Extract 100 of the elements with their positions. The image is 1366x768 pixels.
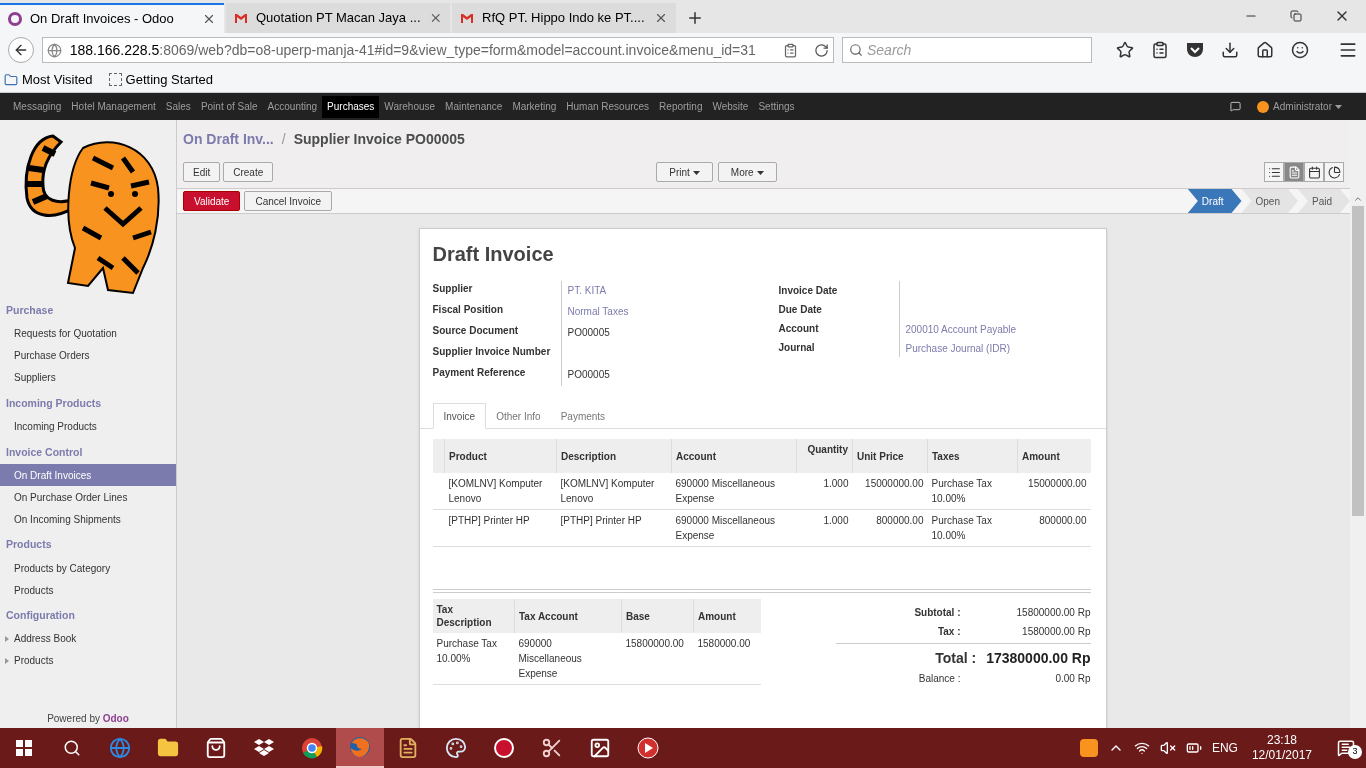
column-header: Quantity: [796, 439, 853, 473]
browser-tab[interactable]: Quotation PT Macan Jaya ...: [226, 3, 450, 33]
star-icon[interactable]: [1116, 41, 1134, 59]
reader-icon[interactable]: [783, 42, 798, 58]
field-value[interactable]: Normal Taxes: [567, 306, 629, 317]
breadcrumb-current: Supplier Invoice PO00005: [293, 130, 465, 149]
wifi-icon[interactable]: [1133, 740, 1150, 756]
reading-list-icon[interactable]: [1151, 41, 1169, 59]
table-cell: 690000 Miscellaneous Expense: [514, 633, 622, 685]
status-step[interactable]: Open: [1241, 189, 1298, 213]
menu-item[interactable]: Sales: [160, 95, 196, 118]
reload-icon[interactable]: [814, 42, 829, 58]
menu-item[interactable]: Purchases: [322, 95, 380, 118]
record-icon: [494, 738, 514, 758]
total-value: 0.00 Rp: [1054, 672, 1091, 686]
page-icon: [108, 73, 122, 86]
back-button[interactable]: [8, 37, 34, 63]
notebook-tab[interactable]: Other Info: [486, 403, 551, 429]
validate-button[interactable]: Validate: [183, 191, 241, 211]
menu-item[interactable]: Messaging: [8, 95, 67, 118]
calendar-view-button[interactable]: [1304, 162, 1324, 182]
status-step[interactable]: Draft: [1187, 189, 1242, 213]
menu-item[interactable]: Hotel Management: [66, 95, 161, 118]
calendar-icon: [1307, 165, 1321, 179]
new-tab-icon[interactable]: [686, 9, 704, 27]
restore-icon[interactable]: [1290, 10, 1302, 22]
total-label: Subtotal :: [913, 606, 962, 620]
bag-icon: [205, 737, 227, 759]
graph-view-button[interactable]: [1324, 162, 1344, 182]
chat-icon[interactable]: [1230, 101, 1242, 112]
sidebar-item[interactable]: Products by Category: [0, 557, 176, 579]
caret-icon: [756, 170, 764, 175]
table-cell: [KOMLNV] Komputer Lenovo: [444, 473, 557, 510]
box-icon: [253, 738, 275, 758]
search-field[interactable]: Search: [842, 37, 1092, 63]
dropdown-button[interactable]: More: [717, 162, 777, 182]
menu-item[interactable]: Human Resources: [561, 95, 655, 118]
notebook-tab[interactable]: Payments: [550, 403, 616, 429]
sidebar-item[interactable]: Products: [0, 579, 176, 601]
user-avatar: [1257, 100, 1270, 113]
menu-item[interactable]: Point of Sale: [195, 95, 263, 118]
clock[interactable]: 23:18 12/01/2017: [1247, 733, 1316, 763]
field-value[interactable]: Purchase Journal (IDR): [905, 342, 1010, 354]
address-field[interactable]: 188.166.228.5:8069/web?db=o8-uperp-manja-41#id=9&view_type=form&model=account.invoice&menu_id=31: [41, 37, 834, 63]
palette-icon: [445, 737, 467, 759]
menu-item[interactable]: Maintenance: [440, 95, 508, 118]
browser-tab[interactable]: On Draft Invoices - Odoo: [0, 3, 224, 33]
bookmark[interactable]: Getting Started: [108, 69, 214, 90]
sidebar-item[interactable]: On Draft Invoices: [0, 464, 176, 487]
field-value[interactable]: PT. KITA: [567, 285, 607, 296]
sidebar-item[interactable]: On Incoming Shipments: [0, 508, 176, 531]
browser-tab[interactable]: RfQ PT. Hippo Indo ke PT....: [452, 3, 676, 33]
language-indicator[interactable]: ENG: [1211, 739, 1238, 757]
cancel-button[interactable]: Cancel Invoice: [244, 191, 332, 211]
menu-item[interactable]: Warehouse: [379, 95, 441, 118]
warning-icon[interactable]: [1079, 739, 1098, 757]
column-header: Description: [556, 439, 672, 473]
sidebar-item[interactable]: Requests for Quotation: [0, 322, 176, 345]
sidebar-item[interactable]: On Purchase Order Lines: [0, 486, 176, 509]
user-menu[interactable]: Administrator: [1273, 99, 1342, 114]
scrollbar[interactable]: [1350, 120, 1366, 728]
sidebar-item[interactable]: Address Book: [0, 627, 176, 650]
column-header: Unit Price: [852, 439, 928, 473]
download-icon[interactable]: [1221, 41, 1239, 59]
notebook-tab[interactable]: Invoice: [432, 403, 487, 429]
dropdown-button[interactable]: Print: [656, 162, 713, 182]
field-value[interactable]: 200010 Account Payable: [905, 324, 1017, 335]
field-label: Journal: [778, 341, 816, 355]
url-text: 188.166.228.5:8069/web?db=o8-uperp-manja-41#id=9&view_type=form&model=account.invoice&menu_id=31: [69, 40, 756, 60]
field-value: PO00005: [567, 327, 610, 338]
battery-icon[interactable]: [1185, 740, 1202, 756]
close-icon[interactable]: [202, 12, 216, 26]
toolbar-button[interactable]: Create: [223, 162, 274, 182]
caret-icon: [1335, 105, 1342, 110]
sidebar-item[interactable]: Products: [0, 649, 176, 672]
sidebar-item[interactable]: Incoming Products: [0, 415, 176, 438]
menu-item[interactable]: Reporting: [654, 95, 708, 118]
bookmark[interactable]: Most Visited: [4, 69, 93, 90]
home-icon[interactable]: [1256, 41, 1274, 59]
field-label: Payment Reference: [432, 366, 527, 380]
menu-item[interactable]: Marketing: [507, 95, 562, 118]
status-step[interactable]: Paid: [1298, 189, 1350, 213]
scroll-up-icon[interactable]: [1353, 194, 1363, 204]
search-icon[interactable]: [63, 739, 81, 757]
toolbar-button[interactable]: Edit: [183, 162, 221, 182]
total-value: 15800000.00 Rp: [1015, 606, 1091, 620]
menu-item[interactable]: Website: [707, 95, 754, 118]
sidebar-item[interactable]: Suppliers: [0, 366, 176, 389]
table-cell: [PTHP] Printer HP: [444, 509, 557, 547]
pocket-icon[interactable]: [1186, 42, 1204, 58]
smiley-icon[interactable]: [1291, 41, 1309, 59]
muted-speaker-icon[interactable]: [1159, 740, 1176, 756]
close-icon[interactable]: [654, 11, 668, 25]
menu-item[interactable]: Settings: [753, 95, 800, 118]
folder-icon: [4, 72, 18, 87]
menu-icon[interactable]: [1338, 40, 1358, 60]
circle-icon: [301, 737, 323, 759]
list-view-button[interactable]: [1264, 162, 1284, 182]
sidebar-item[interactable]: Purchase Orders: [0, 344, 176, 367]
menu-item[interactable]: Accounting: [262, 95, 323, 118]
